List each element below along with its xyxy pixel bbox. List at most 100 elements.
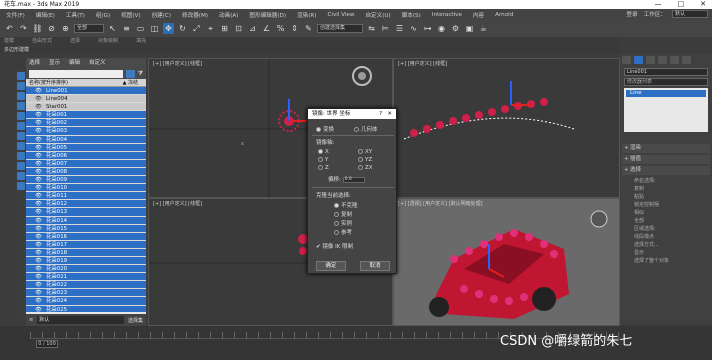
menu-item[interactable]: 自定义(U) [365,11,390,19]
pivot-icon[interactable]: ⊡ [233,23,244,34]
move-icon[interactable]: ✥ [163,23,174,34]
menu-item[interactable]: Arnold [495,12,513,18]
named-selection-dropdown[interactable]: 创建选择集 [317,24,363,33]
select-by-name-icon[interactable]: ≡ [121,23,132,34]
list-item[interactable]: 👁 花朵009 [26,176,146,185]
modify-tab-icon[interactable] [634,56,643,64]
explorer-menu-item[interactable]: 显示 [49,58,60,68]
schematic-icon[interactable]: ⊶ [422,23,433,34]
radio-icon[interactable] [358,149,363,154]
visibility-eye-icon[interactable]: 👁 [35,200,43,207]
axis-y[interactable]: Y [318,157,328,163]
menu-item[interactable]: 图形编辑器(D) [249,11,286,19]
menu-item[interactable]: Civil View [328,12,355,18]
visibility-eye-icon[interactable]: 👁 [35,225,43,232]
explorer-column-header[interactable]: 名称(按升序排序) ▲ 冻结 [26,79,146,87]
list-item[interactable]: 👁 花朵018 [26,248,146,257]
reference-coord-icon[interactable]: ⊞ [219,23,230,34]
axis-zx[interactable]: ZX [358,165,373,171]
unlink-icon[interactable]: ⊘ [46,23,57,34]
menu-item[interactable]: 脚本(S) [402,11,421,19]
list-item[interactable]: 👁 花朵020 [26,265,146,274]
mode-geometry[interactable]: 几何体 [354,125,378,133]
clone-none[interactable]: 不克隆 [334,201,358,209]
radio-icon[interactable] [334,203,339,208]
list-item[interactable]: 👁 花朵025 [26,305,146,312]
menu-item[interactable]: 动画(A) [219,11,238,19]
list-item[interactable]: 👁 花朵004 [26,135,146,144]
visibility-eye-icon[interactable]: 👁 [35,160,43,167]
visibility-eye-icon[interactable]: 👁 [35,192,43,199]
filter-shapes-icon[interactable] [17,82,25,90]
time-slider[interactable]: 0 / 100 [36,340,58,348]
stack-item-line[interactable]: Line [626,90,706,97]
list-item[interactable]: 👁 花朵024 [26,297,146,306]
layer-icon[interactable]: ☰ [394,23,405,34]
ribbon-tab[interactable]: 对象绘制 [98,37,118,46]
place-icon[interactable]: ⌖ [205,23,216,34]
filter-helpers-icon[interactable] [17,112,25,120]
viewport-perspective[interactable]: [+] [透视] [用户定义] [默认明暗处理] [393,198,620,326]
visibility-eye-icon[interactable]: 👁 [35,208,43,215]
visibility-eye-icon[interactable]: 👁 [35,87,43,94]
filter-containers-icon[interactable] [17,162,25,170]
visibility-eye-icon[interactable]: 👁 [35,273,43,280]
visibility-eye-icon[interactable]: 👁 [35,144,43,151]
list-item[interactable]: 👁 花朵003 [26,127,146,136]
layer-icon[interactable]: ≡ [29,317,33,323]
redo-icon[interactable]: ↷ [18,23,29,34]
clone-reference[interactable]: 参考 [334,228,352,236]
list-item[interactable]: 👁 花朵023 [26,289,146,298]
object-name-field[interactable]: Line001 [624,68,708,76]
axis-z[interactable]: Z [318,165,329,171]
menu-item[interactable]: 编辑(E) [36,11,55,19]
explorer-menu-item[interactable]: 选择 [29,58,40,68]
explorer-menu-item[interactable]: 编辑 [69,58,80,68]
select-icon[interactable]: ↖ [107,23,118,34]
list-item[interactable]: 👁 Star001 [26,103,146,112]
visibility-eye-icon[interactable]: 👁 [35,136,43,143]
motion-tab-icon[interactable] [658,56,667,64]
filter-icon[interactable] [125,69,135,78]
visibility-eye-icon[interactable]: 👁 [35,217,43,224]
snap-icon[interactable]: ⊿ [247,23,258,34]
mode-transform[interactable]: 变换 [316,125,334,133]
ribbon-tab[interactable]: 填充 [136,37,146,46]
visibility-eye-icon[interactable]: 👁 [35,103,43,110]
angle-snap-icon[interactable]: ∠ [261,23,272,34]
rotate-icon[interactable]: ↻ [177,23,188,34]
visibility-eye-icon[interactable]: 👁 [35,289,43,296]
radio-icon[interactable] [334,221,339,226]
spinner-snap-icon[interactable]: ⇕ [289,23,300,34]
visibility-eye-icon[interactable]: 👁 [35,111,43,118]
hierarchy-tab-icon[interactable] [646,56,655,64]
visibility-eye-icon[interactable]: 👁 [35,152,43,159]
window-crossing-icon[interactable]: ◫ [149,23,160,34]
menu-item[interactable]: 工具(T) [66,11,85,19]
list-item[interactable]: 👁 花朵006 [26,151,146,160]
region-icon[interactable]: ▭ [135,23,146,34]
selection-option[interactable]: 命名选择: [620,177,712,185]
filter-hidden-icon[interactable] [17,182,25,190]
ik-checkbox[interactable]: ✔ 镜像 IK 限制 [316,242,353,250]
user-login[interactable]: 登录 [626,10,637,18]
clone-instance[interactable]: 实例 [334,219,352,227]
filter-frozen-icon[interactable] [17,172,25,180]
visibility-eye-icon[interactable]: 👁 [35,281,43,288]
visibility-eye-icon[interactable]: 👁 [35,184,43,191]
close-button[interactable]: ✕ [700,0,706,9]
list-item[interactable]: 👁 花朵019 [26,256,146,266]
rollout-rendering[interactable]: 渲染 [622,144,710,153]
list-item[interactable]: 👁 花朵001 [26,111,146,120]
menu-item[interactable]: 渲染(R) [297,11,316,19]
menu-item[interactable]: 修改器(M) [182,11,208,19]
radio-icon[interactable] [334,230,339,235]
list-item[interactable]: 👁 花朵012 [26,200,146,209]
dialog-close-button[interactable]: ✕ [387,109,392,119]
render-frame-icon[interactable]: ▣ [464,23,475,34]
visibility-eye-icon[interactable]: 👁 [35,257,43,264]
help-button[interactable]: ? [379,109,382,119]
visibility-eye-icon[interactable]: 👁 [35,241,43,248]
material-editor-icon[interactable]: ◉ [436,23,447,34]
visibility-eye-icon[interactable]: 👁 [35,249,43,256]
